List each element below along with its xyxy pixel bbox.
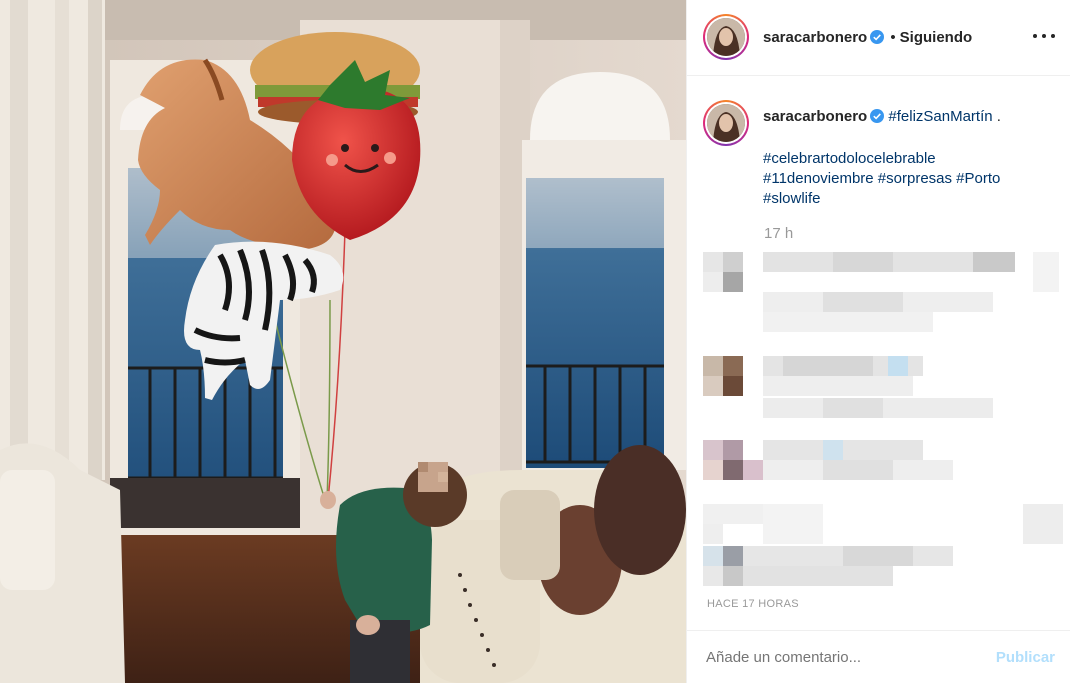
hashtag-block: #celebrartodolocelebrable #11denoviembre… (763, 149, 1053, 209)
caption-first-line: saracarbonero #felizSanMartín . (763, 108, 1001, 125)
hashtag-line[interactable]: #11denoviembre #sorpresas #Porto (763, 169, 1053, 189)
caption-time: 17 h (764, 225, 794, 242)
separator-dot: • (890, 29, 896, 46)
author-username[interactable]: saracarbonero (763, 29, 867, 46)
comment-composer: Publicar (687, 630, 1070, 683)
post-header: saracarbonero • Siguiendo (687, 0, 1070, 76)
post-details-panel: saracarbonero • Siguiendo saracarbonero #… (686, 0, 1070, 683)
avatar[interactable] (703, 14, 749, 60)
hashtag-line[interactable]: #celebrartodolocelebrable (763, 149, 1053, 169)
post-photo[interactable] (0, 0, 686, 683)
hashtag-line[interactable]: #slowlife (763, 189, 1053, 209)
photo-illustration (0, 0, 686, 683)
caption-username[interactable]: saracarbonero (763, 108, 867, 125)
verified-badge-icon (870, 109, 885, 123)
verified-badge-icon (870, 30, 885, 44)
post-timestamp: HACE 17 HORAS (707, 598, 799, 610)
more-options-icon[interactable] (1033, 26, 1055, 46)
hashtag-link[interactable]: #felizSanMartín (888, 108, 992, 125)
publish-button[interactable]: Publicar (996, 649, 1055, 666)
author-line: saracarbonero • Siguiendo (763, 29, 972, 46)
comments-list (693, 248, 1065, 590)
follow-status-button[interactable]: Siguiendo (900, 29, 973, 46)
caption-avatar[interactable] (703, 100, 749, 146)
caption-text: . (992, 108, 1001, 125)
comment-input[interactable] (706, 649, 986, 666)
